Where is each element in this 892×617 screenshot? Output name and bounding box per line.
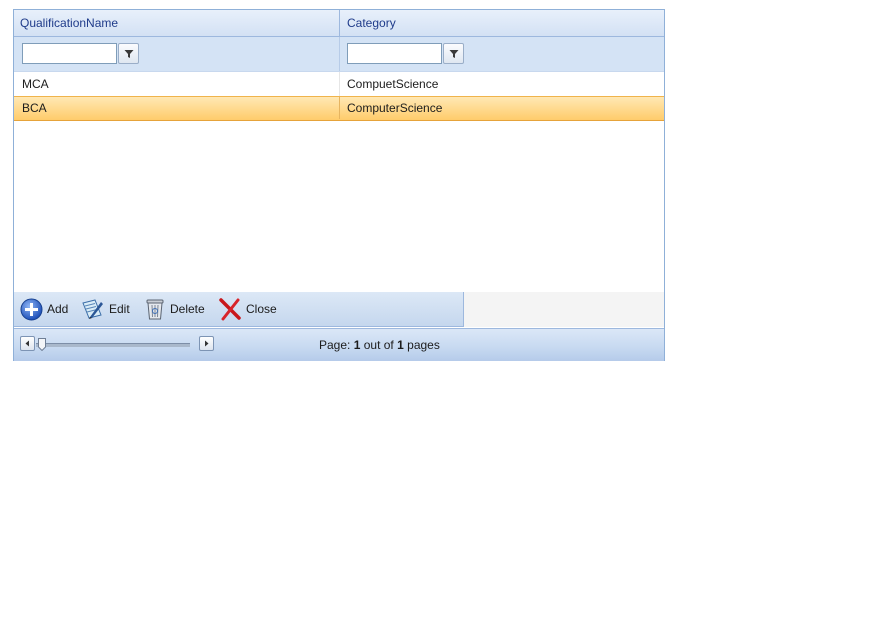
- add-icon: [20, 298, 43, 320]
- add-button[interactable]: Add: [20, 297, 68, 321]
- table-row[interactable]: MCA CompuetScience: [14, 72, 664, 96]
- qualification-cell: MCA: [14, 72, 340, 96]
- category-filter-button[interactable]: [443, 43, 464, 64]
- current-page: 1: [353, 338, 361, 352]
- category-cell: ComputerScience: [347, 101, 443, 115]
- page-slider-thumb[interactable]: [38, 338, 46, 352]
- qualification-filter-button[interactable]: [118, 43, 139, 64]
- qualification-grid: QualificationName Category MCA CompuetSc…: [13, 9, 665, 361]
- delete-button-label: Delete: [170, 302, 205, 316]
- category-filter-input[interactable]: [347, 43, 442, 64]
- page-slider-track[interactable]: [36, 343, 190, 347]
- filter-icon: [449, 50, 459, 58]
- filter-cell-qualificationname: [14, 37, 340, 71]
- category-cell: CompuetScience: [347, 77, 439, 91]
- add-button-label: Add: [47, 302, 69, 316]
- page-info: Page: 1 out of 1 pages: [319, 329, 440, 361]
- prev-page-button[interactable]: [20, 336, 35, 351]
- qualification-filter-input[interactable]: [22, 43, 117, 64]
- table-row-selected[interactable]: BCA ComputerScience: [14, 96, 664, 121]
- next-page-button[interactable]: [199, 336, 214, 351]
- page-info-suffix: pages: [407, 338, 440, 352]
- filter-row: [14, 37, 664, 72]
- command-bar: Add Edit Delete Close: [14, 292, 464, 327]
- column-header-category[interactable]: Category: [340, 10, 664, 36]
- arrow-right-icon: [205, 340, 209, 347]
- edit-button-label: Edit: [109, 302, 130, 316]
- edit-icon: [82, 299, 103, 319]
- slider-thumb-icon: [38, 338, 46, 352]
- arrow-left-icon: [25, 340, 29, 347]
- qualification-cell: BCA: [14, 97, 340, 119]
- column-header-qualificationname[interactable]: QualificationName: [14, 10, 340, 36]
- close-button-label: Close: [246, 302, 277, 316]
- delete-button[interactable]: Delete: [144, 297, 205, 321]
- filter-icon: [124, 50, 134, 58]
- command-area: Add Edit Delete Close: [14, 292, 664, 327]
- page-info-prefix: Page:: [319, 338, 351, 352]
- filter-cell-category: [340, 37, 664, 71]
- close-icon: [219, 298, 241, 321]
- pager: Page: 1 out of 1 pages: [14, 328, 664, 361]
- page-info-middle: out of: [363, 338, 394, 352]
- grid-header: QualificationName Category: [14, 10, 664, 37]
- edit-button[interactable]: Edit: [81, 297, 130, 321]
- close-button[interactable]: Close: [218, 297, 277, 321]
- trash-icon: [146, 299, 164, 320]
- total-pages: 1: [397, 338, 404, 352]
